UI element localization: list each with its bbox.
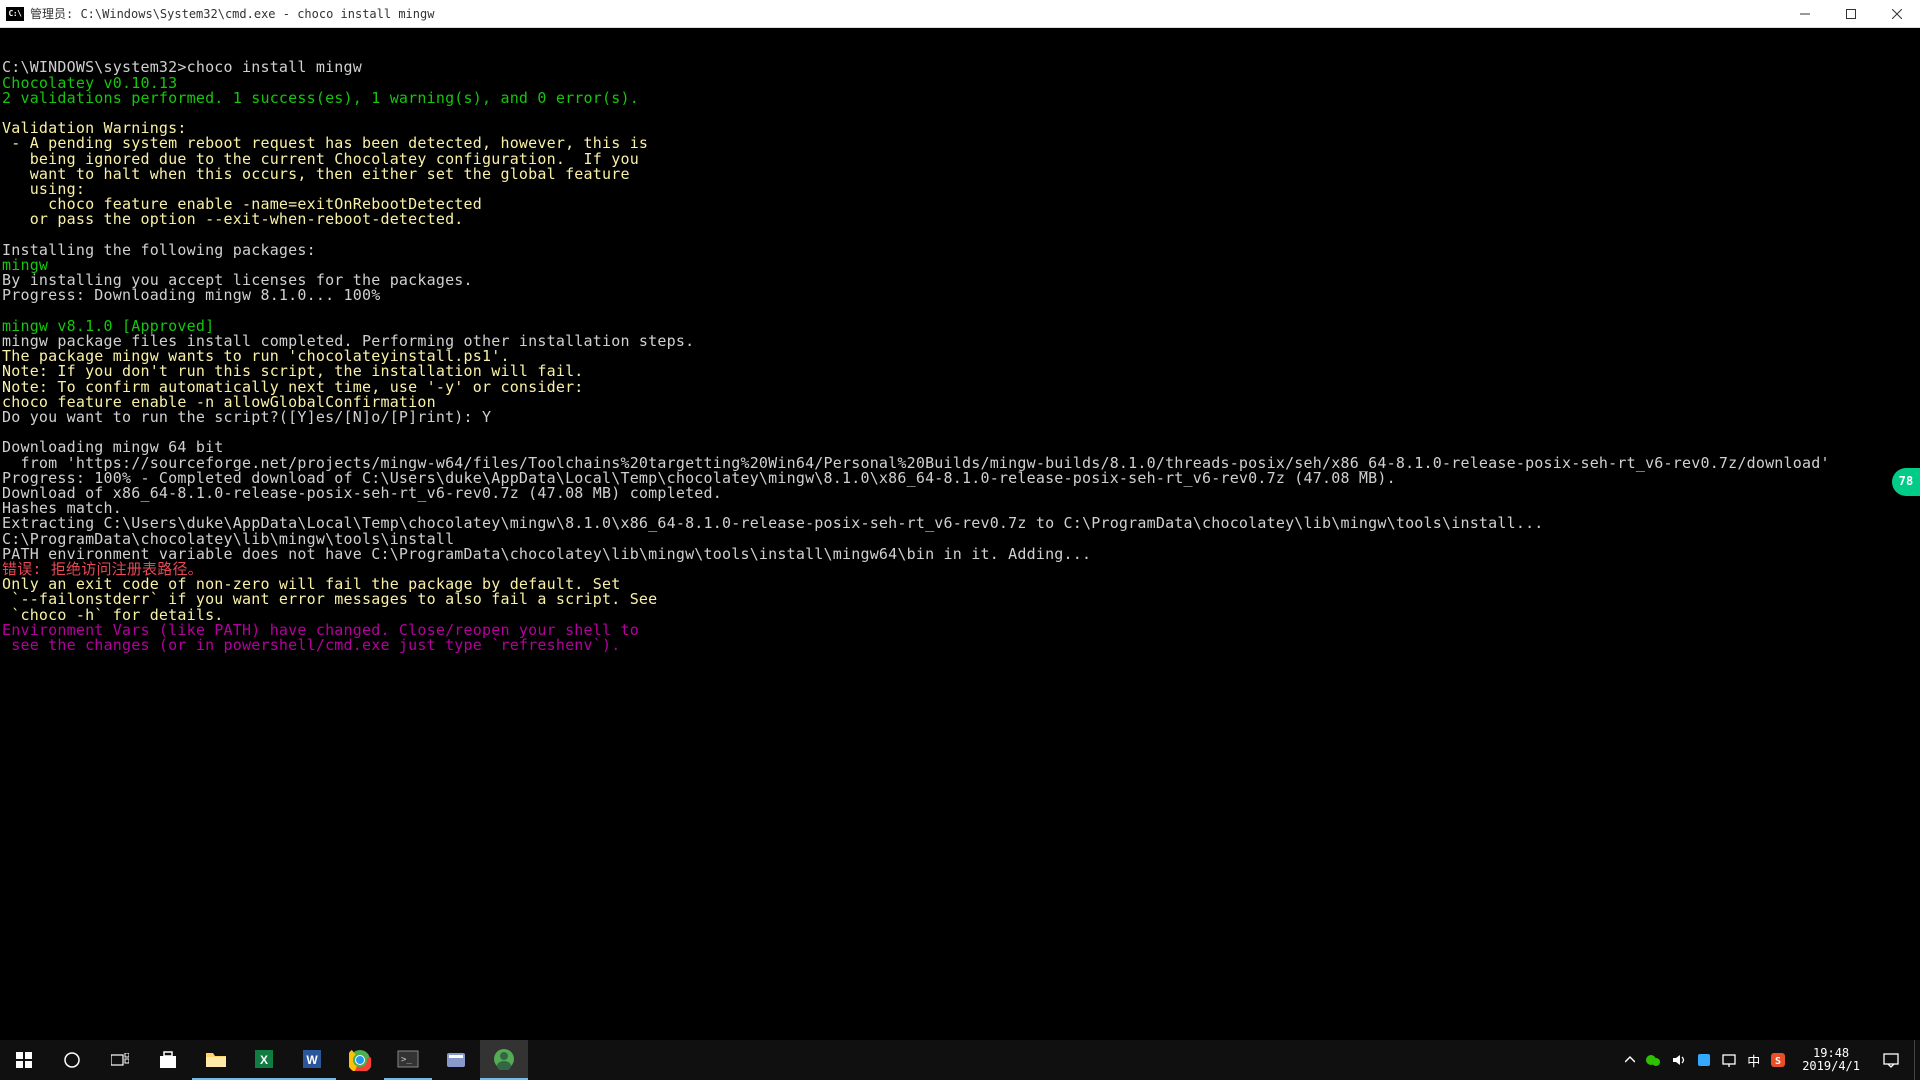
taskbar[interactable]: X W >_ 中 S (0, 1040, 1920, 1080)
terminal-line: C:\WINDOWS\system32>choco install mingw (2, 60, 1918, 75)
tray-network-icon[interactable] (1721, 1052, 1737, 1068)
tray-ime-lang[interactable]: 中 (1747, 1051, 1760, 1070)
cortana-button[interactable] (48, 1040, 96, 1080)
taskbar-app1[interactable] (432, 1040, 480, 1080)
terminal-line: Do you want to run the script?([Y]es/[N]… (2, 410, 1918, 425)
taskbar-store[interactable] (144, 1040, 192, 1080)
minimize-icon (1800, 9, 1810, 19)
app-icon (445, 1049, 467, 1071)
cmd-window: C:\ 管理员: C:\Windows\System32\cmd.exe - c… (0, 0, 1920, 1080)
terminal-line: Installing the following packages: (2, 243, 1918, 258)
terminal-icon: >_ (397, 1050, 419, 1068)
terminal-line: PATH environment variable does not have … (2, 547, 1918, 562)
terminal-line: Progress: Downloading mingw 8.1.0... 100… (2, 288, 1918, 303)
circle-icon (63, 1051, 81, 1069)
terminal-text: Installing the following packages: (2, 241, 316, 259)
maximize-button[interactable] (1828, 0, 1874, 28)
tray-ime-icon[interactable]: S (1770, 1052, 1786, 1068)
titlebar[interactable]: C:\ 管理员: C:\Windows\System32\cmd.exe - c… (0, 0, 1920, 28)
terminal-output[interactable]: C:\WINDOWS\system32>choco install mingwC… (0, 28, 1920, 1040)
terminal-text: Progress: Downloading mingw 8.1.0... 100… (2, 286, 380, 304)
clock-date: 2019/4/1 (1802, 1060, 1860, 1073)
svg-text:W: W (306, 1053, 318, 1067)
notification-button[interactable] (1868, 1040, 1914, 1080)
show-desktop-button[interactable] (1914, 1040, 1920, 1080)
terminal-line: 2 validations performed. 1 success(es), … (2, 91, 1918, 106)
notification-icon (1883, 1052, 1899, 1068)
terminal-line: want to halt when this occurs, then eith… (2, 167, 1918, 182)
tray-wechat-icon[interactable] (1645, 1052, 1661, 1068)
terminal-line: or pass the option --exit-when-reboot-de… (2, 212, 1918, 227)
maximize-icon (1846, 9, 1856, 19)
terminal-text: Do you want to run the script?([Y]es/[N]… (2, 408, 491, 426)
terminal-text: want to halt when this occurs, then eith… (2, 165, 630, 183)
terminal-line: `--failonstderr` if you want error messa… (2, 592, 1918, 607)
terminal-line: Download of x86_64-8.1.0-release-posix-s… (2, 486, 1918, 501)
taskbar-word[interactable]: W (288, 1040, 336, 1080)
taskbar-excel[interactable]: X (240, 1040, 288, 1080)
svg-text:X: X (260, 1053, 268, 1067)
taskview-icon (111, 1053, 129, 1067)
terminal-line: see the changes (or in powershell/cmd.ex… (2, 638, 1918, 653)
system-tray[interactable]: 中 S (1617, 1040, 1794, 1080)
tray-volume-icon[interactable] (1671, 1052, 1687, 1068)
svg-text:>_: >_ (401, 1055, 412, 1065)
svg-text:S: S (1775, 1056, 1781, 1067)
taskview-button[interactable] (96, 1040, 144, 1080)
close-icon (1892, 9, 1902, 19)
terminal-line (2, 106, 1918, 121)
avatar-icon (493, 1048, 515, 1070)
excel-icon: X (253, 1048, 275, 1070)
word-icon: W (301, 1048, 323, 1070)
taskbar-app2[interactable] (480, 1040, 528, 1080)
tray-chevron-icon[interactable] (1625, 1055, 1635, 1065)
taskbar-cmd[interactable]: >_ (384, 1040, 432, 1080)
floating-badge[interactable]: 78 (1892, 468, 1920, 496)
taskbar-explorer[interactable] (192, 1040, 240, 1080)
window-title: 管理员: C:\Windows\System32\cmd.exe - choco… (30, 5, 434, 22)
terminal-line (2, 425, 1918, 440)
terminal-line (2, 304, 1918, 319)
close-button[interactable] (1874, 0, 1920, 28)
folder-icon (205, 1050, 227, 1068)
taskbar-clock[interactable]: 19:48 2019/4/1 (1794, 1047, 1868, 1073)
cmd-icon: C:\ (6, 7, 24, 21)
tray-security-icon[interactable] (1697, 1053, 1711, 1067)
taskbar-chrome[interactable] (336, 1040, 384, 1080)
minimize-button[interactable] (1782, 0, 1828, 28)
terminal-text: 2 validations performed. 1 success(es), … (2, 89, 639, 107)
store-icon (157, 1049, 179, 1071)
start-button[interactable] (0, 1040, 48, 1080)
terminal-text: see the changes (or in powershell/cmd.ex… (2, 636, 620, 654)
terminal-text: or pass the option --exit-when-reboot-de… (2, 210, 464, 228)
chrome-icon (349, 1049, 371, 1071)
windows-icon (16, 1052, 32, 1068)
